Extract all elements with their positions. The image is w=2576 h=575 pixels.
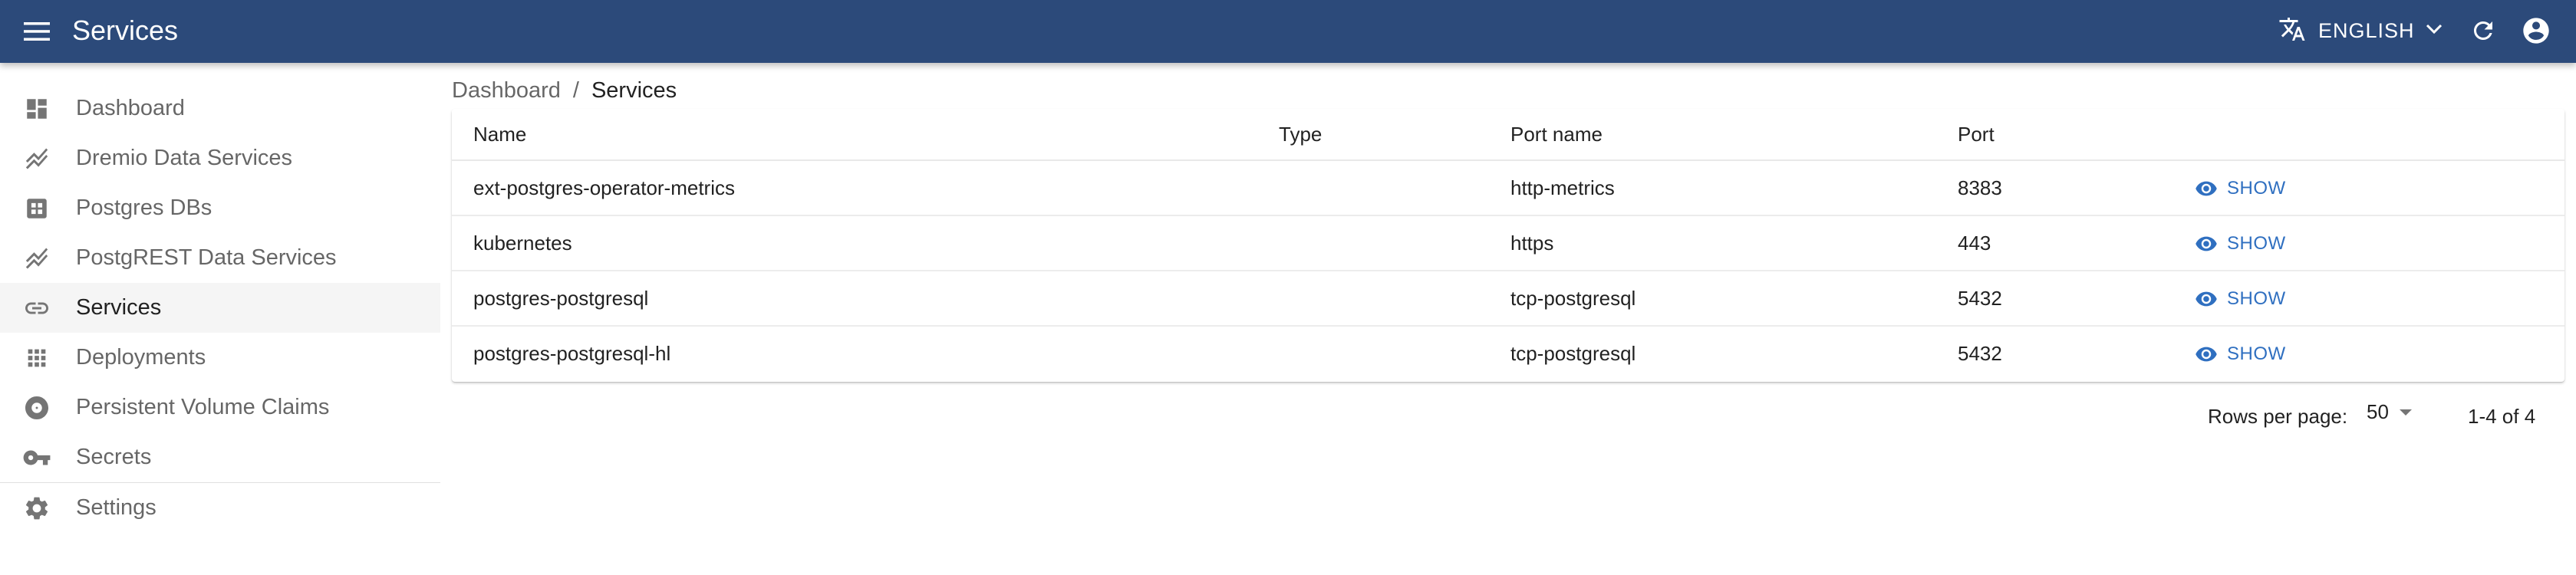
account-circle-icon[interactable] [2520, 15, 2552, 47]
eye-icon [2196, 291, 2217, 307]
rows-per-page-value: 50 [2367, 400, 2389, 423]
cell-port-name: https [1510, 232, 1554, 255]
refresh-icon[interactable] [2467, 15, 2499, 47]
language-selector[interactable]: ENGLISH [2278, 14, 2443, 48]
cell-name: postgres-postgresql-hl [473, 342, 671, 365]
app-bar: Services ENGLISH [0, 0, 2576, 63]
table-row[interactable]: postgres-postgresql-hl tcp-postgresql 54… [452, 327, 2564, 382]
cell-port-name: http-metrics [1510, 176, 1615, 199]
stacked-line-icon [20, 242, 54, 275]
cell-port-name: tcp-postgresql [1510, 287, 1636, 310]
breadcrumb: Dashboard / Services [452, 78, 677, 104]
show-button[interactable]: SHOW [2195, 227, 2286, 261]
eye-icon [2196, 181, 2217, 196]
cell-name: ext-postgres-operator-metrics [473, 176, 735, 199]
cell-port-name: tcp-postgresql [1510, 342, 1636, 365]
table-row[interactable]: ext-postgres-operator-metrics http-metri… [452, 161, 2564, 216]
breadcrumb-current: Services [591, 78, 677, 103]
breadcrumb-separator: / [572, 78, 579, 103]
menu-icon[interactable] [20, 16, 54, 47]
show-button[interactable]: SHOW [2195, 172, 2286, 205]
gear-icon [20, 491, 54, 525]
sidebar-item-persistent-volume-claims[interactable]: Persistent Volume Claims [0, 383, 440, 432]
page-title: Services [72, 15, 179, 46]
language-label: ENGLISH [2318, 18, 2415, 42]
rows-per-page-label: Rows per page: [2208, 405, 2348, 428]
translate-icon [2278, 15, 2306, 47]
pagination-range: 1-4 of 4 [2468, 405, 2536, 428]
apps-icon [20, 341, 54, 375]
breadcrumb-dashboard-link[interactable]: Dashboard [452, 78, 561, 104]
eye-icon [2196, 236, 2217, 251]
link-icon [20, 291, 54, 325]
table-row[interactable]: kubernetes https 443 SHOW [452, 216, 2564, 271]
cell-port: 5432 [1958, 342, 2002, 365]
chevron-down-icon [2426, 24, 2443, 38]
rows-per-page-select[interactable]: 50 [2367, 400, 2413, 424]
cell-port: 8383 [1958, 176, 2002, 199]
sidebar-item-dashboard[interactable]: Dashboard [0, 84, 440, 133]
sidebar-item-postgrest-data-services[interactable]: PostgREST Data Services [0, 233, 440, 283]
disc-icon [20, 391, 54, 425]
show-button[interactable]: SHOW [2195, 337, 2286, 371]
sidebar: Dashboard Dremio Data Services Postgres … [0, 63, 440, 538]
cell-port: 443 [1958, 232, 1991, 255]
sidebar-item-services[interactable]: Services [0, 283, 440, 333]
caret-down-icon [2398, 408, 2413, 417]
cell-name: postgres-postgresql [473, 287, 649, 310]
grid-box-icon [20, 192, 54, 225]
key-icon [20, 441, 54, 475]
sidebar-item-postgres-dbs[interactable]: Postgres DBs [0, 183, 440, 233]
show-button[interactable]: SHOW [2195, 282, 2286, 316]
dashboard-icon [20, 92, 54, 126]
services-table: Name Type Port name Port ext-postgres-op… [452, 109, 2564, 382]
column-header-name[interactable]: Name [473, 123, 526, 146]
table-header: Name Type Port name Port [452, 109, 2564, 161]
eye-icon [2196, 347, 2217, 362]
sidebar-item-dremio-data-services[interactable]: Dremio Data Services [0, 133, 440, 183]
sidebar-item-secrets[interactable]: Secrets [0, 432, 440, 482]
cell-port: 5432 [1958, 287, 2002, 310]
sidebar-item-deployments[interactable]: Deployments [0, 333, 440, 383]
stacked-line-icon [20, 142, 54, 176]
cell-name: kubernetes [473, 232, 572, 255]
column-header-port-name[interactable]: Port name [1510, 123, 1603, 146]
column-header-type[interactable]: Type [1279, 123, 1322, 146]
sidebar-item-settings[interactable]: Settings [0, 483, 440, 533]
column-header-port[interactable]: Port [1958, 123, 1995, 146]
table-row[interactable]: postgres-postgresql tcp-postgresql 5432 … [452, 271, 2564, 327]
